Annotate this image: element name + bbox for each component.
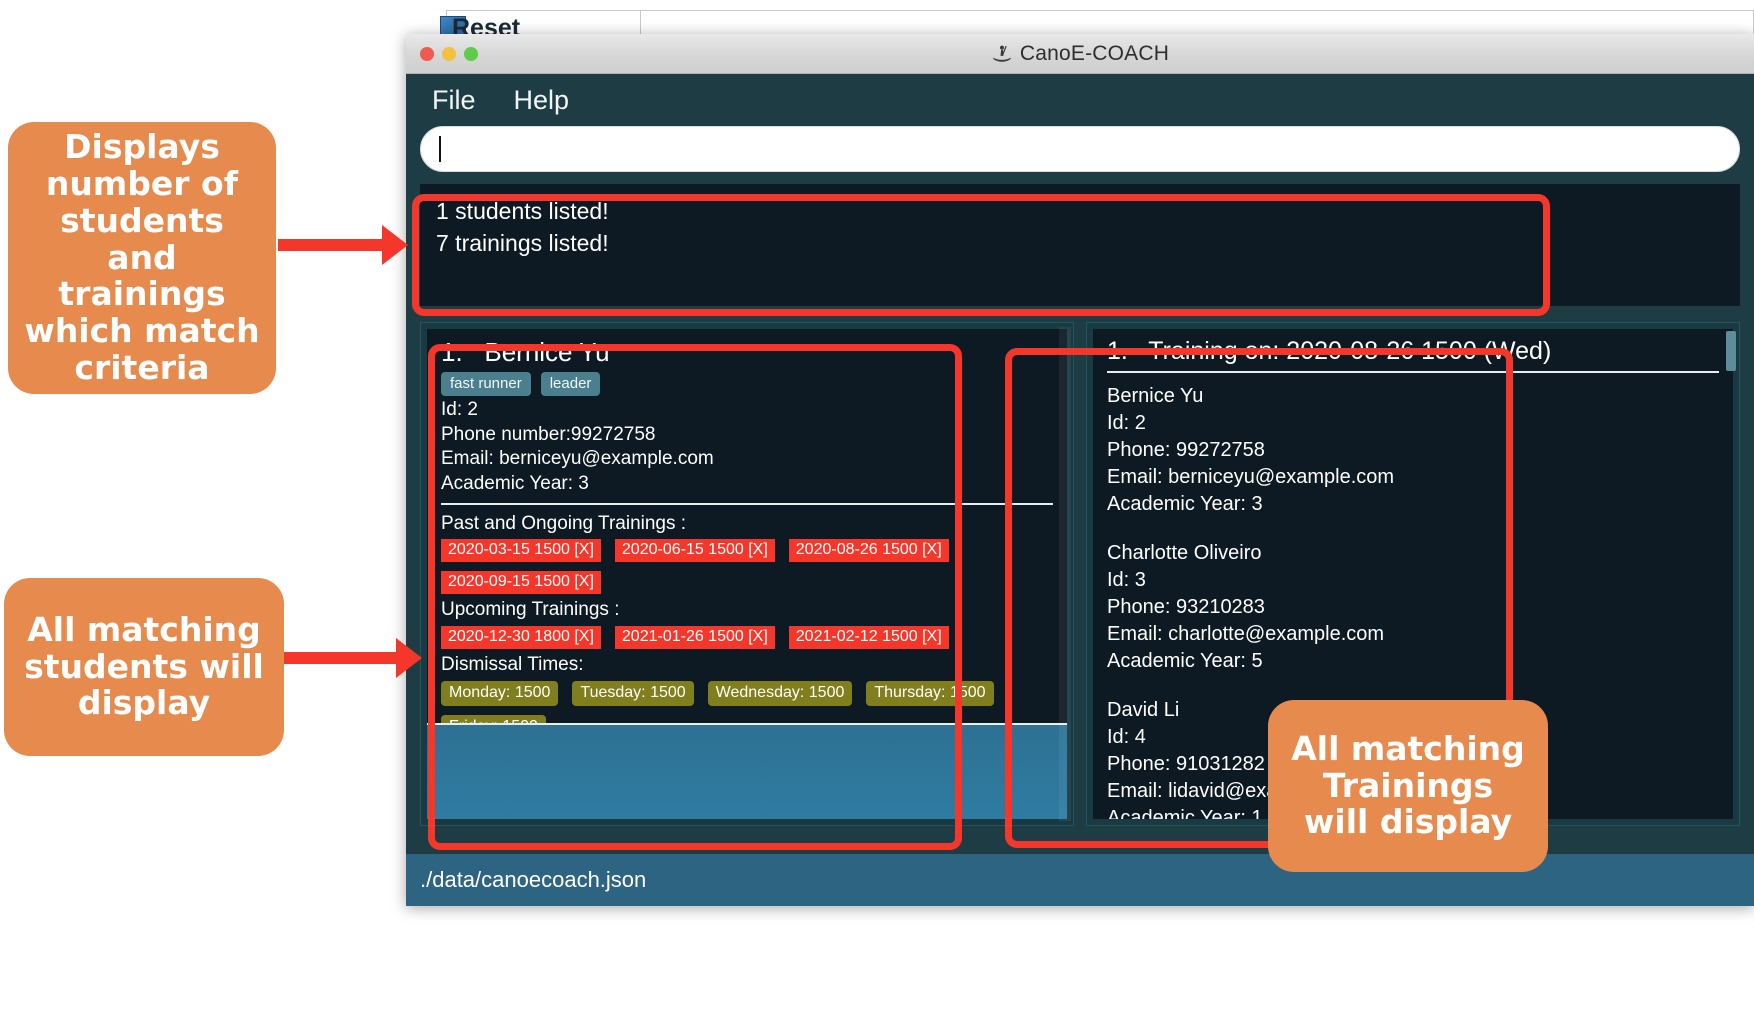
window-title: CanoE-COACH <box>1019 41 1170 65</box>
student-card[interactable]: 1. Bernice Yu fast runner leader Id: 2 P… <box>427 329 1067 819</box>
annotation-callout-matching-trainings: All matching Trainings will display <box>1268 700 1548 872</box>
status-bar: ./data/canoecoach.json <box>406 854 1754 906</box>
student-list-pane[interactable]: 1. Bernice Yu fast runner leader Id: 2 P… <box>420 322 1074 826</box>
student-id: Id: 2 <box>441 399 478 420</box>
annotation-arrow-2 <box>280 638 430 678</box>
participant-academic-year: Academic Year: 3 <box>1107 493 1263 515</box>
divider <box>441 502 1053 505</box>
minimize-button[interactable] <box>442 47 456 61</box>
participant-id: Id: 2 <box>1107 412 1146 434</box>
student-name: Bernice Yu <box>484 337 610 367</box>
title-bar: CanoE-COACH <box>406 34 1754 74</box>
menu-item-help[interactable]: Help <box>514 85 570 116</box>
participant-academic-year: Academic Year: 5 <box>1107 650 1263 672</box>
training-card-header: 1. Training on: 2020-08-26 1500 (Wed) <box>1093 329 1733 369</box>
training-chip[interactable]: 2020-12-30 1800 [X] <box>441 626 601 650</box>
traffic-lights[interactable] <box>420 47 478 61</box>
training-index: 1. <box>1107 337 1128 365</box>
close-button[interactable] <box>420 47 434 61</box>
result-display: 1 students listed! 7 trainings listed! <box>420 184 1740 306</box>
participant-id: Id: 3 <box>1107 569 1146 591</box>
divider <box>1107 371 1719 373</box>
result-trainings-line: 7 trainings listed! <box>436 229 609 256</box>
student-email: Email: berniceyu@example.com <box>441 448 714 470</box>
dismissal-chip: Monday: 1500 <box>441 680 559 706</box>
training-heading: Training on: 2020-08-26 1500 (Wed) <box>1148 337 1552 365</box>
command-input-container[interactable] <box>420 126 1740 172</box>
student-tag: leader <box>540 372 601 396</box>
annotation-callout-matching-students: All matching students will display <box>4 578 284 756</box>
training-chip[interactable]: 2020-09-15 1500 [X] <box>441 571 601 595</box>
dismissal-chip: Tuesday: 1500 <box>572 680 694 706</box>
participant-name: Charlotte Oliveiro <box>1107 542 1262 564</box>
participant-name: Bernice Yu <box>1107 385 1204 407</box>
status-bar-path: ./data/canoecoach.json <box>420 867 647 892</box>
participant-entry: Bernice Yu Id: 2 Phone: 99272758 Email: … <box>1093 383 1733 518</box>
past-trainings-label: Past and Ongoing Trainings : <box>441 512 687 534</box>
panes-container: 1. Bernice Yu fast runner leader Id: 2 P… <box>406 306 1754 826</box>
participant-entry: Charlotte Oliveiro Id: 3 Phone: 93210283… <box>1093 540 1733 675</box>
student-index: 1. <box>441 337 463 367</box>
student-pane-scrollbar[interactable] <box>1059 327 1071 821</box>
result-students-line: 1 students listed! <box>436 198 609 224</box>
dismissal-times-label: Dismissal Times: <box>441 654 584 676</box>
menu-item-file[interactable]: File <box>432 85 476 116</box>
participant-phone: Phone: 93210283 <box>1107 596 1265 618</box>
student-card-header: 1. Bernice Yu <box>427 329 1067 370</box>
canoe-icon <box>992 45 1011 62</box>
training-chip[interactable]: 2021-02-12 1500 [X] <box>788 626 949 650</box>
results-wrap: 1 students listed! 7 trainings listed! <box>406 172 1754 306</box>
student-tag: fast runner <box>441 372 531 396</box>
annotation-callout-students-count: Displays number of students and training… <box>8 122 276 394</box>
menu-bar: File Help <box>406 74 1754 126</box>
participant-email: Email: charlotte@example.com <box>1107 623 1385 645</box>
annotation-arrow-1 <box>278 225 418 265</box>
dismissal-chip: Wednesday: 1500 <box>707 680 853 706</box>
past-trainings-chips: 2020-03-15 1500 [X] 2020-06-15 1500 [X] … <box>427 536 1067 597</box>
command-box-wrap <box>406 126 1754 172</box>
student-tag-row: fast runner leader <box>427 370 1067 398</box>
training-chip[interactable]: 2021-01-26 1500 [X] <box>614 626 775 650</box>
command-input[interactable] <box>441 138 1721 160</box>
student-card-selection-footer <box>427 723 1067 819</box>
participant-email: Email: berniceyu@example.com <box>1107 466 1395 488</box>
training-chip[interactable]: 2020-03-15 1500 [X] <box>441 539 601 563</box>
training-pane-scrollbar-thumb[interactable] <box>1726 331 1736 371</box>
zoom-button[interactable] <box>464 47 478 61</box>
canoe-coach-window: CanoE-COACH File Help 1 students listed!… <box>406 34 1754 906</box>
participant-phone: Phone: 99272758 <box>1107 439 1265 461</box>
student-phone: Phone number:99272758 <box>441 423 656 445</box>
dismissal-chip: Thursday: 1500 <box>866 680 994 706</box>
upcoming-trainings-chips: 2020-12-30 1800 [X] 2021-01-26 1500 [X] … <box>427 623 1067 652</box>
training-chip[interactable]: 2020-08-26 1500 [X] <box>788 539 949 563</box>
student-academic-year: Academic Year: 3 <box>441 473 589 495</box>
upcoming-trainings-label: Upcoming Trainings : <box>441 599 620 621</box>
training-chip[interactable]: 2020-06-15 1500 [X] <box>614 539 775 563</box>
